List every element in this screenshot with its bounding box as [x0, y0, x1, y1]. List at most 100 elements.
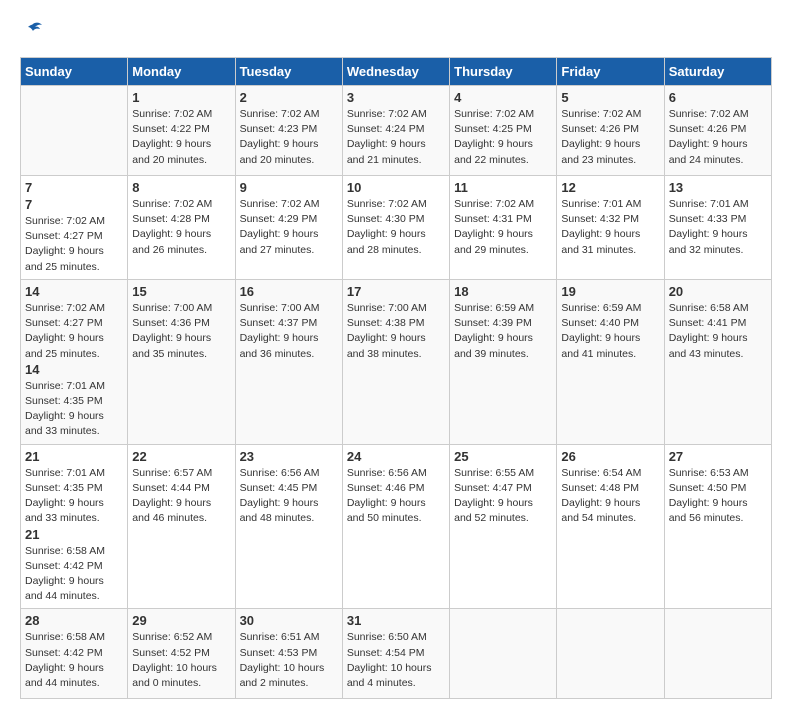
day-info: Sunrise: 7:01 AM Sunset: 4:35 PM Dayligh… — [25, 466, 123, 527]
day-number: 4 — [454, 90, 552, 105]
calendar-week-row: 28 Sunrise: 6:58 AM Sunset: 4:42 PM Dayli… — [21, 609, 772, 699]
day-number: 15 — [132, 284, 230, 299]
day-number: 7 — [25, 180, 123, 195]
calendar-week-row: 21Sunrise: 7:01 AM Sunset: 4:35 PM Dayli… — [21, 444, 772, 609]
day-number: 8 — [132, 180, 230, 195]
day-info: Sunrise: 7:01 AM Sunset: 4:32 PM Dayligh… — [561, 197, 659, 258]
day-number: 16 — [240, 284, 338, 299]
calendar-cell: 6Sunrise: 7:02 AM Sunset: 4:26 PM Daylig… — [664, 86, 771, 176]
day-info: Sunrise: 6:52 AM Sunset: 4:52 PM Dayligh… — [132, 630, 230, 691]
logo — [20, 20, 48, 47]
calendar-cell: 5Sunrise: 7:02 AM Sunset: 4:26 PM Daylig… — [557, 86, 664, 176]
day-number: 21 — [25, 449, 123, 464]
day-info: Sunrise: 6:55 AM Sunset: 4:47 PM Dayligh… — [454, 466, 552, 527]
calendar-cell: 27 Sunrise: 6:53 AM Sunset: 4:50 PM Dayli… — [664, 444, 771, 609]
day-number: 7 — [25, 197, 123, 212]
calendar-cell: 25 Sunrise: 6:55 AM Sunset: 4:47 PM Dayli… — [450, 444, 557, 609]
day-info: Sunrise: 7:00 AM Sunset: 4:38 PM Dayligh… — [347, 301, 445, 362]
day-number: 25 — [454, 449, 552, 464]
day-info: Sunrise: 7:02 AM Sunset: 4:30 PM Dayligh… — [347, 197, 445, 258]
day-number: 19 — [561, 284, 659, 299]
day-number: 11 — [454, 180, 552, 195]
calendar-cell: 16 Sunrise: 7:00 AM Sunset: 4:37 PM Dayli… — [235, 279, 342, 444]
day-info: Sunrise: 6:54 AM Sunset: 4:48 PM Dayligh… — [561, 466, 659, 527]
calendar-cell: 20Sunrise: 6:58 AM Sunset: 4:41 PM Dayli… — [664, 279, 771, 444]
calendar-cell: 8 Sunrise: 7:02 AM Sunset: 4:28 PM Daylig… — [128, 176, 235, 280]
page-header — [20, 20, 772, 47]
day-number: 29 — [132, 613, 230, 628]
calendar-cell: 21Sunrise: 7:01 AM Sunset: 4:35 PM Dayli… — [21, 444, 128, 609]
calendar-cell: 19 Sunrise: 6:59 AM Sunset: 4:40 PM Dayli… — [557, 279, 664, 444]
day-info: Sunrise: 7:02 AM Sunset: 4:28 PM Dayligh… — [132, 197, 230, 258]
day-number: 21 — [25, 527, 123, 542]
calendar-cell: 14Sunrise: 7:02 AM Sunset: 4:27 PM Dayli… — [21, 279, 128, 444]
calendar-cell: 7 7 Sunrise: 7:02 AM Sunset: 4:27 PM Dayli… — [21, 176, 128, 280]
calendar-cell — [664, 609, 771, 699]
weekday-header-thursday: Thursday — [450, 58, 557, 86]
day-info: Sunrise: 6:57 AM Sunset: 4:44 PM Dayligh… — [132, 466, 230, 527]
calendar-cell: 9Sunrise: 7:02 AM Sunset: 4:29 PM Daylig… — [235, 176, 342, 280]
day-info: Sunrise: 6:58 AM Sunset: 4:42 PM Dayligh… — [25, 544, 123, 605]
day-info: Sunrise: 6:53 AM Sunset: 4:50 PM Dayligh… — [669, 466, 767, 527]
calendar-cell: 18 Sunrise: 6:59 AM Sunset: 4:39 PM Dayli… — [450, 279, 557, 444]
day-number: 5 — [561, 90, 659, 105]
weekday-header-tuesday: Tuesday — [235, 58, 342, 86]
day-info: Sunrise: 7:02 AM Sunset: 4:29 PM Dayligh… — [240, 197, 338, 258]
weekday-header-row: SundayMondayTuesdayWednesdayThursdayFrid… — [21, 58, 772, 86]
calendar-cell: 22 Sunrise: 6:57 AM Sunset: 4:44 PM Dayli… — [128, 444, 235, 609]
calendar-cell: 2 Sunrise: 7:02 AM Sunset: 4:23 PM Daylig… — [235, 86, 342, 176]
day-info: Sunrise: 6:56 AM Sunset: 4:45 PM Dayligh… — [240, 466, 338, 527]
day-number: 1 — [132, 90, 230, 105]
day-info: Sunrise: 6:58 AM Sunset: 4:42 PM Dayligh… — [25, 630, 123, 691]
day-info: Sunrise: 7:00 AM Sunset: 4:37 PM Dayligh… — [240, 301, 338, 362]
calendar-cell: 30Sunrise: 6:51 AM Sunset: 4:53 PM Dayli… — [235, 609, 342, 699]
day-number: 3 — [347, 90, 445, 105]
day-number: 13 — [669, 180, 767, 195]
day-info: Sunrise: 6:59 AM Sunset: 4:40 PM Dayligh… — [561, 301, 659, 362]
calendar-cell: 29 Sunrise: 6:52 AM Sunset: 4:52 PM Dayli… — [128, 609, 235, 699]
weekday-header-monday: Monday — [128, 58, 235, 86]
day-number: 14 — [25, 284, 123, 299]
weekday-header-sunday: Sunday — [21, 58, 128, 86]
calendar-cell: 26 Sunrise: 6:54 AM Sunset: 4:48 PM Dayli… — [557, 444, 664, 609]
calendar-cell — [557, 609, 664, 699]
day-info: Sunrise: 6:56 AM Sunset: 4:46 PM Dayligh… — [347, 466, 445, 527]
calendar-cell: 11Sunrise: 7:02 AM Sunset: 4:31 PM Dayli… — [450, 176, 557, 280]
day-number: 30 — [240, 613, 338, 628]
day-number: 28 — [25, 613, 123, 628]
day-number: 10 — [347, 180, 445, 195]
calendar-week-row: 14Sunrise: 7:02 AM Sunset: 4:27 PM Dayli… — [21, 279, 772, 444]
day-info: Sunrise: 7:02 AM Sunset: 4:22 PM Dayligh… — [132, 107, 230, 168]
day-number: 22 — [132, 449, 230, 464]
day-number: 14 — [25, 362, 123, 377]
calendar-table: SundayMondayTuesdayWednesdayThursdayFrid… — [20, 57, 772, 699]
day-number: 27 — [669, 449, 767, 464]
day-info: Sunrise: 7:01 AM Sunset: 4:33 PM Dayligh… — [669, 197, 767, 258]
calendar-cell: 10 Sunrise: 7:02 AM Sunset: 4:30 PM Dayli… — [342, 176, 449, 280]
day-info: Sunrise: 6:59 AM Sunset: 4:39 PM Dayligh… — [454, 301, 552, 362]
calendar-cell — [450, 609, 557, 699]
calendar-cell: 12 Sunrise: 7:01 AM Sunset: 4:32 PM Dayli… — [557, 176, 664, 280]
day-number: 18 — [454, 284, 552, 299]
calendar-cell: 24Sunrise: 6:56 AM Sunset: 4:46 PM Dayli… — [342, 444, 449, 609]
day-number: 31 — [347, 613, 445, 628]
day-info: Sunrise: 7:02 AM Sunset: 4:26 PM Dayligh… — [669, 107, 767, 168]
logo-bird-icon — [22, 20, 44, 42]
calendar-cell: 13 Sunrise: 7:01 AM Sunset: 4:33 PM Dayli… — [664, 176, 771, 280]
calendar-cell: 31Sunrise: 6:50 AM Sunset: 4:54 PM Dayli… — [342, 609, 449, 699]
day-number: 23 — [240, 449, 338, 464]
day-number: 26 — [561, 449, 659, 464]
day-info: Sunrise: 7:02 AM Sunset: 4:27 PM Dayligh… — [25, 214, 123, 275]
calendar-cell: 4 Sunrise: 7:02 AM Sunset: 4:25 PM Daylig… — [450, 86, 557, 176]
day-number: 17 — [347, 284, 445, 299]
calendar-week-row: 7 7 Sunrise: 7:02 AM Sunset: 4:27 PM Dayli… — [21, 176, 772, 280]
day-number: 2 — [240, 90, 338, 105]
day-number: 12 — [561, 180, 659, 195]
weekday-header-wednesday: Wednesday — [342, 58, 449, 86]
day-info: Sunrise: 6:58 AM Sunset: 4:41 PM Dayligh… — [669, 301, 767, 362]
day-info: Sunrise: 7:02 AM Sunset: 4:25 PM Dayligh… — [454, 107, 552, 168]
day-info: Sunrise: 7:01 AM Sunset: 4:35 PM Dayligh… — [25, 379, 123, 440]
day-info: Sunrise: 7:02 AM Sunset: 4:23 PM Dayligh… — [240, 107, 338, 168]
calendar-cell: 1 Sunrise: 7:02 AM Sunset: 4:22 PM Daylig… — [128, 86, 235, 176]
weekday-header-saturday: Saturday — [664, 58, 771, 86]
